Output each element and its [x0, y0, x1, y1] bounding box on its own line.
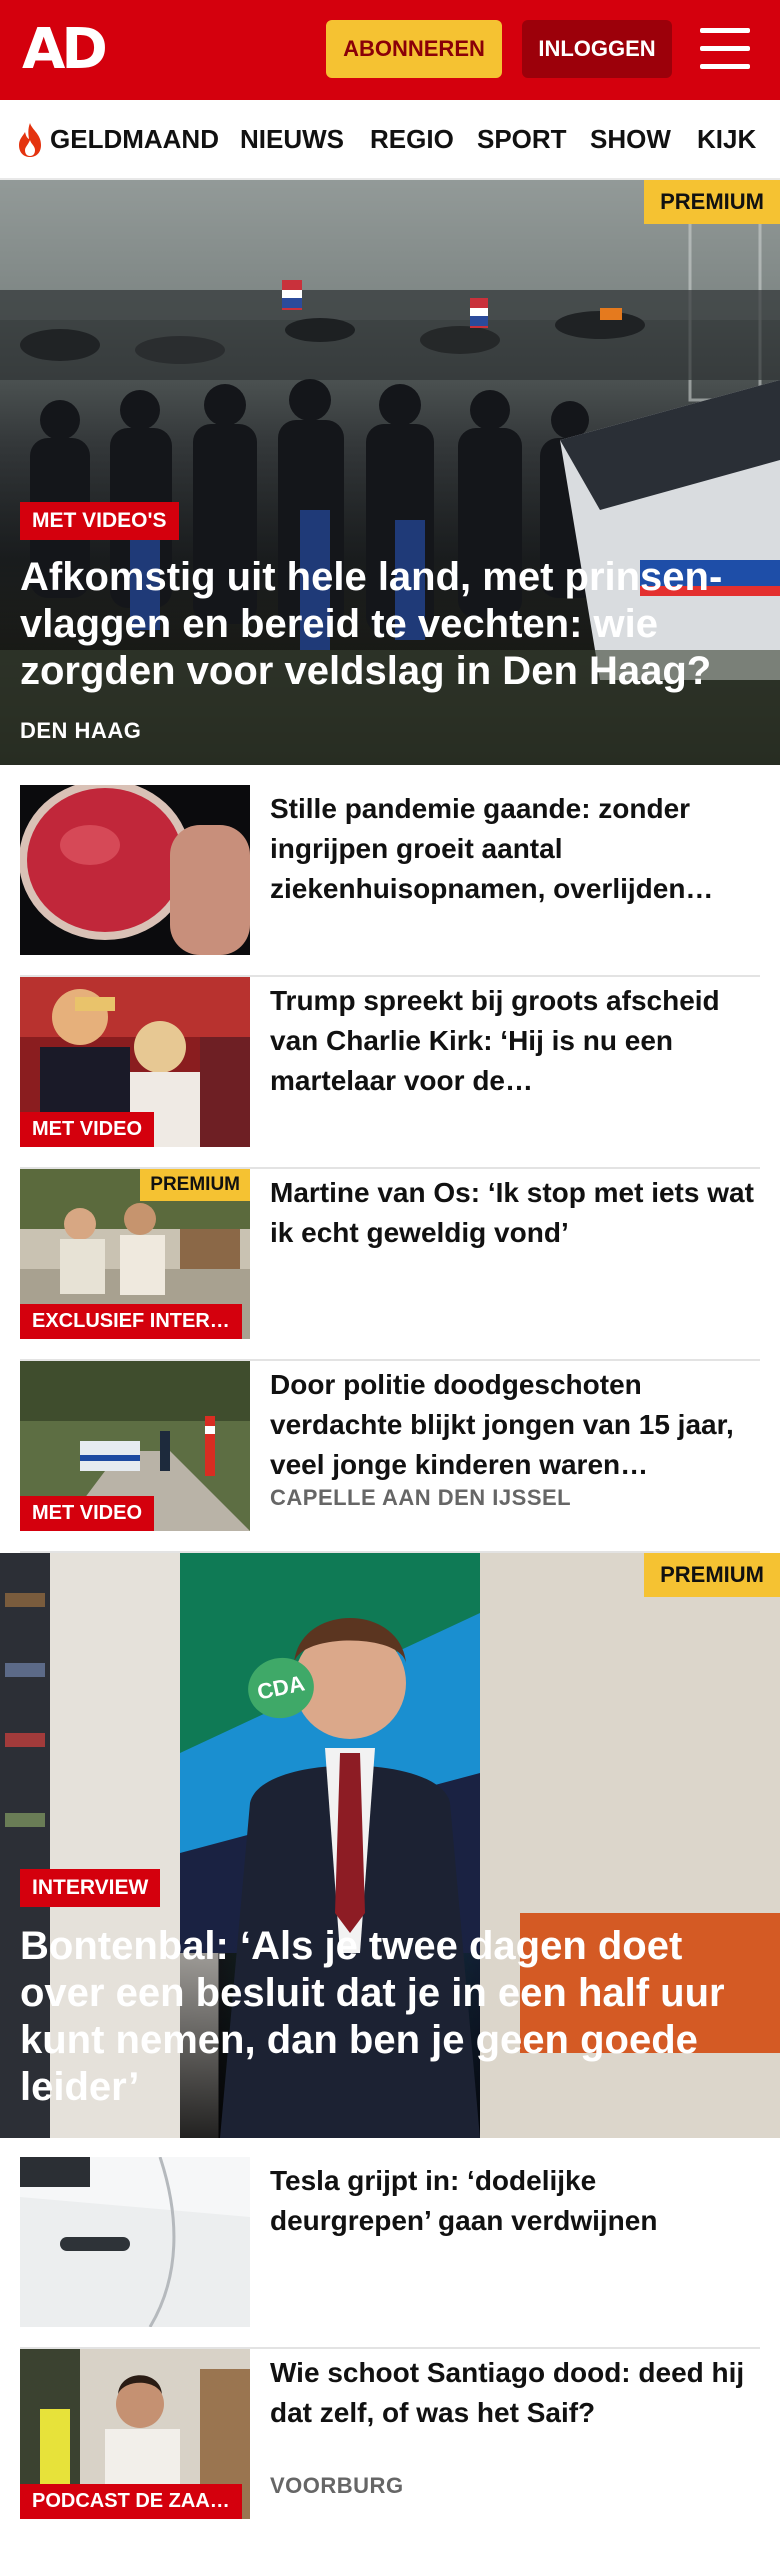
article-location: VOORBURG [270, 2473, 404, 2498]
hamburger-menu-icon[interactable] [700, 26, 750, 72]
article-title[interactable]: Trump spreekt bij groots afscheid van Ch… [270, 981, 760, 1101]
ad-logo[interactable]: AD [22, 20, 108, 80]
premium-badge: PREMIUM [644, 1553, 780, 1597]
site-header: AD ABONNEREN INLOGGEN [0, 0, 780, 100]
nav-item-nieuws[interactable]: NIEUWS [240, 124, 344, 155]
article-label: EXCLUSIEF INTER… [20, 1304, 242, 1339]
premium-badge: PREMIUM [140, 1169, 250, 1201]
petri-dish-photo [20, 785, 250, 955]
article-label: MET VIDEO [20, 1496, 155, 1531]
nav-item-sport[interactable]: SPORT [477, 124, 567, 155]
article-title[interactable]: Tesla grijpt in: ‘dodelijke deurgrepen’ … [270, 2161, 760, 2241]
tesla-door-photo [20, 2157, 250, 2327]
list-item[interactable]: MET VIDEO Trump spreekt bij groots afsch… [20, 977, 760, 1169]
section-nav: GELDMAAND NIEUWS REGIO SPORT SHOW KIJK [0, 100, 780, 180]
subscribe-button[interactable]: ABONNEREN [326, 20, 502, 78]
nav-item-geldmaand[interactable]: GELDMAAND [50, 124, 219, 155]
list-item[interactable]: PREMIUM EXCLUSIEF INTER… Martine van Os:… [20, 1169, 760, 1361]
article-label: PODCAST DE ZAA… [20, 2484, 242, 2519]
list-item[interactable]: Stille pandemie gaande: zonder ingrijpen… [20, 785, 760, 977]
list-item[interactable]: MET VIDEO Door politie doodgeschoten ver… [20, 1361, 760, 1553]
article-title[interactable]: Wie schoot Santiago dood: deed hij dat z… [270, 2353, 760, 2433]
hero-article-2[interactable]: CDA PREMIUM INTERVIEW Bontenbal: ‘Als je… [0, 1553, 780, 2138]
login-button[interactable]: INLOGGEN [522, 20, 672, 78]
article-thumbnail: PREMIUM EXCLUSIEF INTER… [20, 1169, 250, 1339]
article-thumbnail: PODCAST DE ZAA… [20, 2349, 250, 2519]
hero-1-location: DEN HAAG [20, 718, 142, 743]
article-thumbnail [20, 2157, 250, 2327]
article-thumbnail [20, 785, 250, 955]
hero-2-title[interactable]: Bontenbal: ‘Als je twee dagen doet over … [20, 1923, 760, 2111]
article-location: CAPELLE AAN DEN IJSSEL [270, 1485, 572, 1510]
article-title[interactable]: Martine van Os: ‘Ik stop met iets wat ik… [270, 1173, 760, 1253]
article-label: MET VIDEO [20, 1112, 155, 1147]
premium-badge: PREMIUM [644, 180, 780, 224]
article-title[interactable]: Door politie doodgeschoten verdachte bli… [270, 1365, 760, 1485]
nav-item-kijk[interactable]: KIJK [697, 124, 756, 155]
article-thumbnail: MET VIDEO [20, 1361, 250, 1531]
nav-item-show[interactable]: SHOW [590, 124, 671, 155]
article-title[interactable]: Stille pandemie gaande: zonder ingrijpen… [270, 789, 760, 909]
hero-article-1[interactable]: PREMIUM MET VIDEO'S Afkomstig uit hele l… [0, 180, 780, 765]
list-item[interactable]: Tesla grijpt in: ‘dodelijke deurgrepen’ … [20, 2157, 760, 2349]
nav-item-regio[interactable]: REGIO [370, 124, 454, 155]
hero-1-title[interactable]: Afkomstig uit hele land, met prinsen-vla… [20, 554, 760, 695]
flame-icon [19, 123, 41, 157]
article-label: INTERVIEW [20, 1869, 161, 1907]
list-item[interactable]: PODCAST DE ZAA… Wie schoot Santiago dood… [20, 2349, 760, 2519]
article-label: MET VIDEO'S [20, 502, 179, 540]
article-thumbnail: MET VIDEO [20, 977, 250, 1147]
